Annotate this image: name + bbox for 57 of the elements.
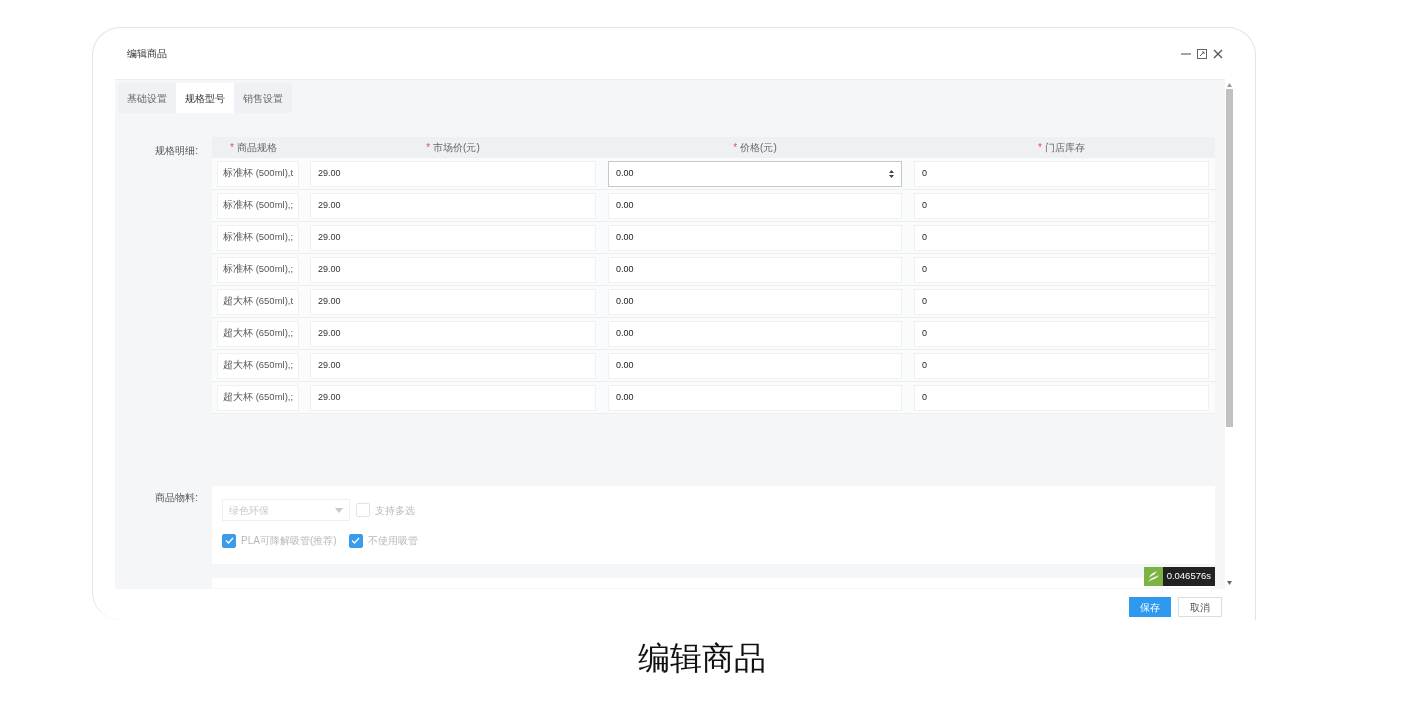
checkbox-label: 支持多选: [375, 503, 415, 518]
spec-field[interactable]: 标准杯 (500ml),;: [217, 256, 299, 283]
scroll-up-icon: [1227, 83, 1232, 87]
spinner-icon: [889, 169, 894, 178]
caption: 编辑商品: [638, 642, 766, 674]
caret-icon: [335, 507, 343, 513]
input-field[interactable]: 0.00: [608, 320, 902, 347]
spec-field[interactable]: 标准杯 (500ml),;: [217, 224, 299, 251]
input-field[interactable]: 0.00: [608, 352, 902, 379]
input-field[interactable]: 0.00: [608, 256, 902, 283]
input-field[interactable]: 29.00: [310, 352, 596, 379]
input-field[interactable]: 29.00: [310, 224, 596, 251]
input-field[interactable]: 0: [914, 352, 1209, 379]
input-field[interactable]: 0: [914, 320, 1209, 347]
input-field[interactable]: 29.00: [310, 320, 596, 347]
input-field[interactable]: 29.00: [310, 192, 596, 219]
check-icon: [224, 537, 234, 544]
spec-field[interactable]: 标准杯 (500ml),t: [217, 160, 299, 187]
close-icon[interactable]: [1213, 48, 1223, 59]
input-field[interactable]: 0: [914, 256, 1209, 283]
maximize-icon[interactable]: [1197, 48, 1207, 59]
input-field[interactable]: 0: [914, 160, 1209, 187]
cancel-button[interactable]: 取消: [1178, 597, 1222, 617]
timer-text: 0.046576s: [1162, 567, 1215, 586]
input-field[interactable]: 0: [914, 384, 1209, 411]
input-field[interactable]: 29.00: [310, 288, 596, 315]
column-header: * 市场价(元): [425, 141, 481, 155]
input-field[interactable]: 0.00: [608, 288, 902, 315]
spec-field[interactable]: 超大杯 (650ml),;: [217, 352, 299, 379]
column-header: * 价格(元): [732, 141, 778, 155]
field-label: 规格明细:: [154, 144, 199, 158]
spec-field[interactable]: 超大杯 (650ml),t: [217, 288, 299, 315]
spec-field[interactable]: 标准杯 (500ml),;: [217, 192, 299, 219]
tab[interactable]: 规格型号: [176, 83, 234, 113]
input-field[interactable]: 29.00: [310, 384, 596, 411]
column-header: * 商品规格: [229, 141, 278, 155]
input-field[interactable]: 0.00: [608, 192, 902, 219]
input-field[interactable]: 29.00: [310, 160, 596, 187]
scroll-down-icon: [1227, 581, 1232, 585]
field-label: 商品物料:: [154, 491, 199, 505]
spec-field[interactable]: 超大杯 (650ml),;: [217, 384, 299, 411]
input-field[interactable]: 0.00: [608, 224, 902, 251]
input-field[interactable]: 0.00: [608, 384, 902, 411]
flame-icon: [1147, 571, 1159, 582]
input-field[interactable]: 0: [914, 288, 1209, 315]
input-field[interactable]: 29.00: [310, 256, 596, 283]
column-header: * 门店库存: [1037, 141, 1086, 155]
checkbox-label: PLA可降解吸管(推荐): [241, 534, 337, 548]
checkbox-label: 不使用吸管: [367, 534, 418, 548]
dialog-title: 编辑商品: [127, 47, 167, 61]
check-icon: [351, 537, 361, 544]
input-field[interactable]: 0: [914, 192, 1209, 219]
tab[interactable]: 基础设置: [118, 83, 176, 113]
input-field[interactable]: 0: [914, 224, 1209, 251]
spec-field[interactable]: 超大杯 (650ml),;: [217, 320, 299, 347]
input-field[interactable]: 0.00: [608, 160, 902, 187]
tab[interactable]: 销售设置: [234, 83, 292, 113]
